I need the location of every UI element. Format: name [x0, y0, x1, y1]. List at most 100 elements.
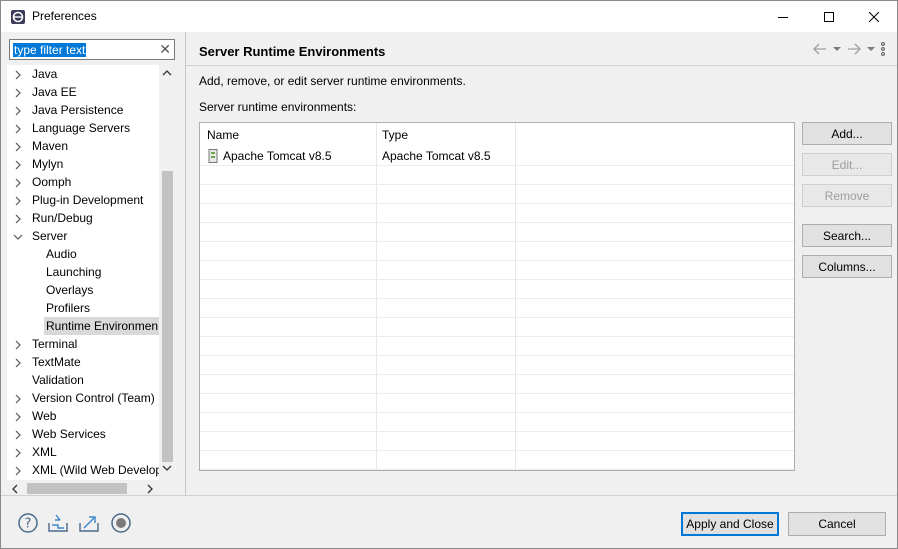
record-icon[interactable]	[110, 512, 132, 534]
tree-item-label: Server	[32, 229, 68, 243]
table-row-divider	[200, 355, 794, 356]
forward-dropdown-icon[interactable]	[867, 46, 875, 52]
tree-item-label: Java	[32, 67, 58, 81]
chevron-right-icon[interactable]	[13, 412, 23, 422]
scroll-down-icon[interactable]	[162, 464, 172, 472]
pane-divider[interactable]	[185, 32, 186, 495]
tree-item-label: Runtime Environmen	[44, 317, 161, 335]
add-button[interactable]: Add...	[802, 122, 892, 145]
search-button[interactable]: Search...	[802, 224, 892, 247]
back-arrow-icon[interactable]	[813, 43, 827, 55]
tree-item-label: Run/Debug	[32, 211, 93, 225]
filter-text: type filter text	[13, 43, 87, 57]
table-row-divider	[200, 184, 794, 185]
tree-horizontal-scrollbar[interactable]	[7, 480, 159, 496]
page-navigation	[813, 42, 885, 56]
maximize-button[interactable]	[806, 1, 852, 32]
chevron-right-icon[interactable]	[13, 178, 23, 188]
tree-item-label: Profilers	[46, 301, 91, 315]
chevron-down-icon[interactable]	[13, 232, 23, 242]
tree-item-label: Terminal	[32, 337, 78, 351]
tree-item-label: Validation	[32, 373, 84, 387]
help-icon[interactable]: ?	[17, 512, 39, 534]
server-runtime-icon	[208, 149, 218, 163]
tree-horizontal-scroll-thumb[interactable]	[27, 483, 127, 494]
tree-item-label: Oomph	[32, 175, 72, 189]
remove-button[interactable]: Remove	[802, 184, 892, 207]
tree-vertical-scroll-thumb[interactable]	[162, 171, 173, 462]
tree-item-label: Audio	[46, 247, 77, 261]
edit-button[interactable]: Edit...	[802, 153, 892, 176]
page-header: Server Runtime Environments	[186, 32, 897, 66]
scroll-right-icon[interactable]	[146, 484, 154, 494]
scroll-left-icon[interactable]	[11, 484, 19, 494]
chevron-right-icon[interactable]	[13, 394, 23, 404]
table-row-divider	[200, 317, 794, 318]
maximize-icon	[824, 11, 834, 22]
tree-item-label: Mylyn	[32, 157, 64, 171]
table-row-divider	[200, 469, 794, 470]
chevron-right-icon[interactable]	[13, 448, 23, 458]
columns-button[interactable]: Columns...	[802, 255, 892, 278]
tree-item-label: XML	[32, 445, 57, 459]
tree-item-label: Java EE	[32, 85, 77, 99]
chevron-right-icon[interactable]	[13, 142, 23, 152]
cancel-button[interactable]: Cancel	[788, 512, 886, 536]
runtime-environments-table[interactable]: Name Type Apache Tomcat v8.5 Apache Tomca…	[199, 122, 795, 471]
tree-item-label: Web Services	[32, 427, 106, 441]
column-divider[interactable]	[515, 123, 516, 470]
tree-item-label: TextMate	[32, 355, 81, 369]
tree-item-label: Plug-in Development	[32, 193, 144, 207]
footer-divider	[1, 495, 897, 496]
chevron-right-icon[interactable]	[13, 358, 23, 368]
chevron-right-icon[interactable]	[13, 196, 23, 206]
preferences-tree-pane: type filter text ✕ Java Java EE Java Persi…	[7, 37, 179, 496]
chevron-right-icon[interactable]	[13, 214, 23, 224]
view-menu-icon[interactable]	[881, 42, 885, 56]
table-row-divider	[200, 260, 794, 261]
export-icon[interactable]	[78, 512, 100, 534]
runtime-type-cell: Apache Tomcat v8.5	[382, 149, 491, 163]
tree-item-label: Language Servers	[32, 121, 131, 135]
table-row-divider	[200, 336, 794, 337]
column-header-name[interactable]: Name	[207, 126, 239, 144]
filter-input[interactable]: type filter text ✕	[9, 39, 175, 60]
back-dropdown-icon[interactable]	[833, 46, 841, 52]
tree-item-label: Web	[32, 409, 57, 423]
table-row-divider	[200, 203, 794, 204]
scroll-up-icon[interactable]	[162, 69, 172, 77]
preferences-window: Preferences type filter text ✕ Java Java …	[0, 0, 898, 549]
table-row-divider	[200, 298, 794, 299]
chevron-right-icon[interactable]	[13, 88, 23, 98]
column-divider[interactable]	[376, 123, 377, 470]
chevron-right-icon[interactable]	[13, 160, 23, 170]
chevron-right-icon[interactable]	[13, 340, 23, 350]
page-title: Server Runtime Environments	[199, 44, 386, 59]
chevron-right-icon[interactable]	[13, 466, 23, 476]
svg-text:?: ?	[25, 517, 32, 532]
clear-filter-icon[interactable]: ✕	[159, 41, 171, 58]
chevron-right-icon[interactable]	[13, 124, 23, 134]
table-row-divider	[200, 412, 794, 413]
page-description: Add, remove, or edit server runtime envi…	[199, 74, 466, 88]
chevron-right-icon[interactable]	[13, 430, 23, 440]
title-bar: Preferences	[1, 1, 897, 32]
chevron-right-icon[interactable]	[13, 106, 23, 116]
table-row-divider	[200, 431, 794, 432]
table-row[interactable]: Apache Tomcat v8.5 Apache Tomcat v8.5	[200, 147, 794, 166]
tree-vertical-scrollbar[interactable]	[159, 65, 175, 480]
eclipse-icon	[11, 10, 25, 24]
chevron-right-icon[interactable]	[13, 70, 23, 80]
tree-item-label: Maven	[32, 139, 69, 153]
close-button[interactable]	[851, 1, 897, 32]
tree-item-label: Version Control (Team)	[32, 391, 155, 405]
minimize-button[interactable]	[760, 1, 806, 32]
apply-and-close-button[interactable]: Apply and Close	[681, 512, 779, 536]
forward-arrow-icon[interactable]	[847, 43, 861, 55]
import-icon[interactable]	[47, 512, 69, 534]
tree-item-label: Launching	[46, 265, 102, 279]
tree-item-label: XML (Wild Web Develop	[32, 463, 163, 477]
table-row-divider	[200, 222, 794, 223]
column-header-type[interactable]: Type	[382, 126, 408, 144]
table-row-divider	[200, 393, 794, 394]
